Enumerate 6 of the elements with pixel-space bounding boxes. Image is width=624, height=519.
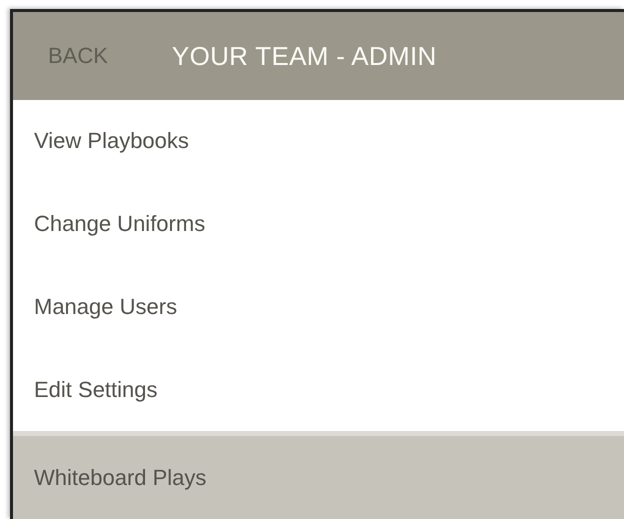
menu-item[interactable]: Whiteboard Plays <box>13 431 624 519</box>
menu-item[interactable]: View Playbooks <box>13 100 624 183</box>
screen-title: YOUR TEAM - ADMIN <box>172 40 437 72</box>
menu-item[interactable]: Change Uniforms <box>13 182 624 266</box>
menu-item[interactable]: Manage Users <box>13 266 624 348</box>
menu-item[interactable]: Edit Settings <box>13 348 624 432</box>
